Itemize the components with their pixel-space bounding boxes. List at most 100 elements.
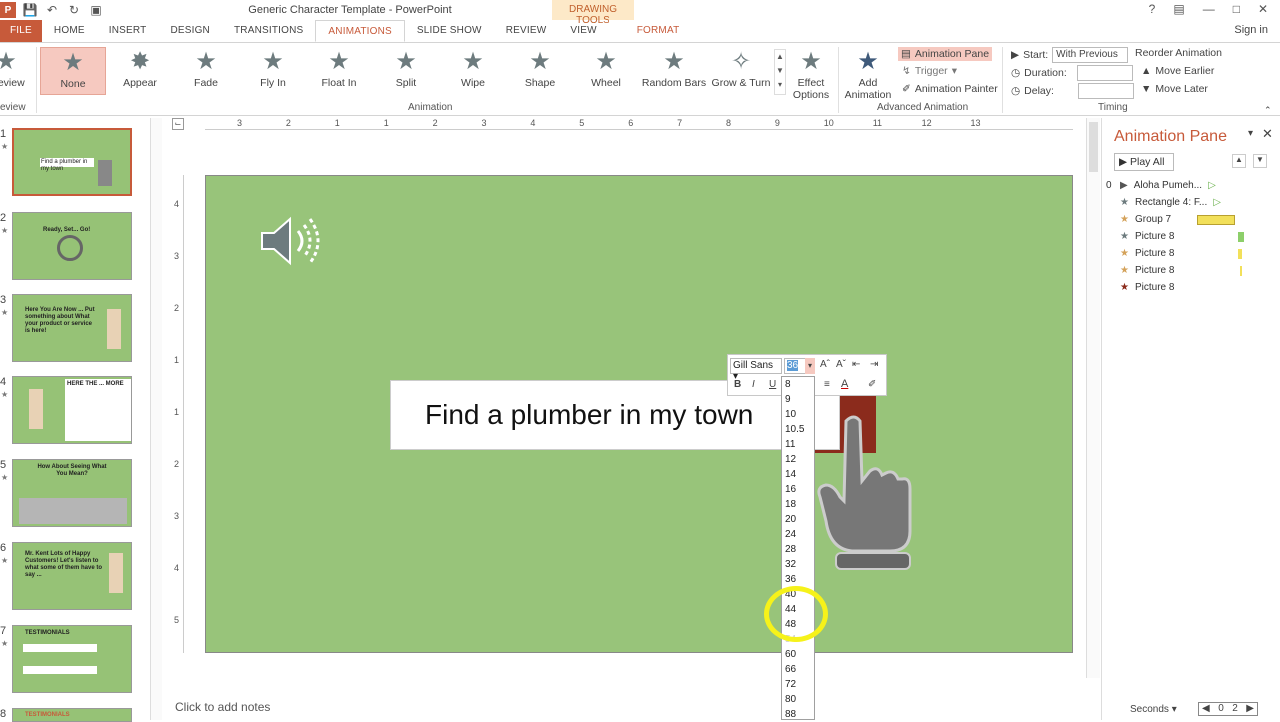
font-size-option[interactable]: 12: [785, 454, 796, 465]
thumbnails-scrollbar[interactable]: [150, 118, 162, 720]
font-size-option[interactable]: 14: [785, 469, 796, 480]
anim-wipe-button[interactable]: ★ Wipe: [440, 47, 506, 95]
decrease-indent-icon[interactable]: ⇤: [852, 359, 860, 370]
start-from-beginning-icon[interactable]: ▣: [88, 2, 104, 18]
close-pane-icon[interactable]: ✕: [1262, 126, 1273, 142]
underline-icon[interactable]: U: [769, 379, 776, 390]
tab-view[interactable]: VIEW: [558, 20, 608, 42]
anim-grow-turn-button[interactable]: ✧ Grow & Turn: [708, 47, 774, 95]
font-size-option[interactable]: 28: [785, 544, 796, 555]
anim-list-item[interactable]: ★ Group 7: [1120, 214, 1236, 225]
font-size-option[interactable]: 36: [785, 574, 796, 585]
effect-options-button[interactable]: ★ Effect Options: [784, 47, 838, 101]
speaker-icon[interactable]: [256, 211, 326, 271]
minimize-icon[interactable]: —: [1203, 2, 1215, 16]
anim-float-in-button[interactable]: ★ Float In: [306, 47, 372, 95]
tab-format[interactable]: FORMAT: [608, 20, 708, 42]
slide-scrollbar[interactable]: [1086, 118, 1100, 678]
align-center-icon[interactable]: ≡: [824, 379, 830, 390]
slide-thumbnail[interactable]: Here You Are Now ... Put something about…: [12, 294, 132, 362]
anim-fade-button[interactable]: ★ Fade: [173, 47, 239, 95]
tab-selector[interactable]: ⌙: [172, 118, 184, 130]
font-size-option[interactable]: 18: [785, 499, 796, 510]
grow-font-icon[interactable]: Aˆ: [820, 359, 830, 370]
font-size-option[interactable]: 10.5: [785, 424, 804, 435]
font-size-option[interactable]: 88: [785, 709, 796, 720]
anim-list-item[interactable]: 0 ▶ Aloha Pumeh... ▷: [1106, 180, 1216, 191]
ribbon-display-icon[interactable]: ▤: [1173, 2, 1184, 16]
collapse-ribbon-icon[interactable]: ⌃: [1264, 105, 1272, 116]
font-color-icon[interactable]: A: [841, 378, 848, 390]
font-size-dropdown-arrow[interactable]: ▾: [805, 358, 815, 374]
increase-indent-icon[interactable]: ⇥: [870, 359, 878, 370]
move-down-icon[interactable]: ▼: [1253, 154, 1267, 168]
seconds-dropdown[interactable]: Seconds ▾: [1130, 704, 1177, 715]
pointing-hand-icon[interactable]: [816, 411, 916, 571]
slide-thumbnail[interactable]: TESTIMONIALS: [12, 625, 132, 693]
font-size-option[interactable]: 8: [785, 379, 791, 390]
tab-home[interactable]: HOME: [42, 20, 97, 42]
move-up-icon[interactable]: ▲: [1232, 154, 1246, 168]
font-size-option[interactable]: 24: [785, 529, 796, 540]
redo-icon[interactable]: ↻: [66, 2, 82, 18]
close-icon[interactable]: ✕: [1258, 2, 1268, 16]
notes-placeholder[interactable]: Click to add notes: [175, 700, 270, 714]
font-size-option[interactable]: 11: [785, 439, 795, 450]
anim-fly-in-button[interactable]: ★ Fly In: [240, 47, 306, 95]
save-icon[interactable]: 💾: [22, 2, 38, 18]
tab-insert[interactable]: INSERT: [97, 20, 159, 42]
font-size-option[interactable]: 60: [785, 649, 796, 660]
tab-design[interactable]: DESIGN: [158, 20, 222, 42]
trigger-button[interactable]: ↯ Trigger ▾: [902, 65, 957, 77]
font-size-option[interactable]: 10: [785, 409, 796, 420]
preview-button[interactable]: ★ Preview: [0, 47, 34, 95]
anim-list-item[interactable]: ★ Rectangle 4: F... ▷: [1120, 197, 1221, 208]
add-animation-button[interactable]: ★ Add Animation: [840, 47, 896, 101]
anim-list-item[interactable]: ★ Picture 8: [1120, 265, 1243, 276]
tab-review[interactable]: REVIEW: [494, 20, 559, 42]
play-all-button[interactable]: ▶ Play All: [1114, 153, 1174, 171]
undo-icon[interactable]: ↶: [44, 2, 60, 18]
anim-appear-button[interactable]: ✸ Appear: [107, 47, 173, 95]
pane-options-chevron-icon[interactable]: ▾: [1248, 128, 1253, 139]
font-size-option[interactable]: 9: [785, 394, 791, 405]
slide-canvas[interactable]: Find a plumber in my town: [205, 175, 1073, 653]
font-size-option[interactable]: 32: [785, 559, 796, 570]
duration-input[interactable]: [1076, 65, 1133, 81]
tab-file[interactable]: FILE: [0, 20, 42, 42]
animation-painter-button[interactable]: ✐ Animation Painter: [902, 83, 998, 95]
help-icon[interactable]: ?: [1149, 2, 1156, 16]
slide-thumbnail[interactable]: How About Seeing What You Mean?: [12, 459, 132, 527]
scroll-thumb[interactable]: [1089, 122, 1098, 172]
anim-random-bars-button[interactable]: ★ Random Bars: [640, 47, 708, 95]
move-earlier-button[interactable]: ▲ Move Earlier: [1141, 65, 1214, 77]
font-size-option[interactable]: 72: [785, 679, 796, 690]
delay-input[interactable]: [1077, 83, 1134, 99]
slide-thumbnail[interactable]: Mr. Kent Lots of Happy Customers! Let's …: [12, 542, 132, 610]
anim-list-item[interactable]: ★ Picture 8: [1120, 282, 1174, 293]
start-select[interactable]: With Previous: [1052, 47, 1129, 63]
italic-icon[interactable]: I: [752, 379, 755, 390]
anim-wheel-button[interactable]: ★ Wheel: [573, 47, 639, 95]
font-size-option[interactable]: 80: [785, 694, 796, 705]
shrink-font-icon[interactable]: Aˇ: [836, 359, 846, 370]
anim-split-button[interactable]: ★ Split: [373, 47, 439, 95]
move-later-button[interactable]: ▼ Move Later: [1141, 83, 1208, 95]
tab-transitions[interactable]: TRANSITIONS: [222, 20, 315, 42]
slide-thumbnail[interactable]: HERE THE ... MORE: [12, 376, 132, 444]
timeline-zoom[interactable]: ◀ 0 2 ▶: [1198, 702, 1258, 716]
font-size-option[interactable]: 20: [785, 514, 796, 525]
restore-icon[interactable]: □: [1233, 2, 1240, 16]
tab-slide-show[interactable]: SLIDE SHOW: [405, 20, 494, 42]
anim-none-button[interactable]: ★ None: [40, 47, 106, 95]
anim-list-item[interactable]: ★ Picture 8: [1120, 231, 1245, 242]
animation-pane-button[interactable]: ▤ Animation Pane: [898, 47, 993, 61]
anim-shape-button[interactable]: ★ Shape: [507, 47, 573, 95]
font-size-option[interactable]: 66: [785, 664, 796, 675]
slide-thumbnail[interactable]: Find a plumber in my town: [12, 128, 132, 196]
tab-animations[interactable]: ANIMATIONS: [315, 20, 405, 42]
format-painter-icon[interactable]: ✐: [868, 379, 876, 390]
font-name-select[interactable]: Gill Sans ▾: [730, 358, 782, 382]
anim-list-item[interactable]: ★ Picture 8: [1120, 248, 1243, 259]
font-size-option[interactable]: 16: [785, 484, 796, 495]
